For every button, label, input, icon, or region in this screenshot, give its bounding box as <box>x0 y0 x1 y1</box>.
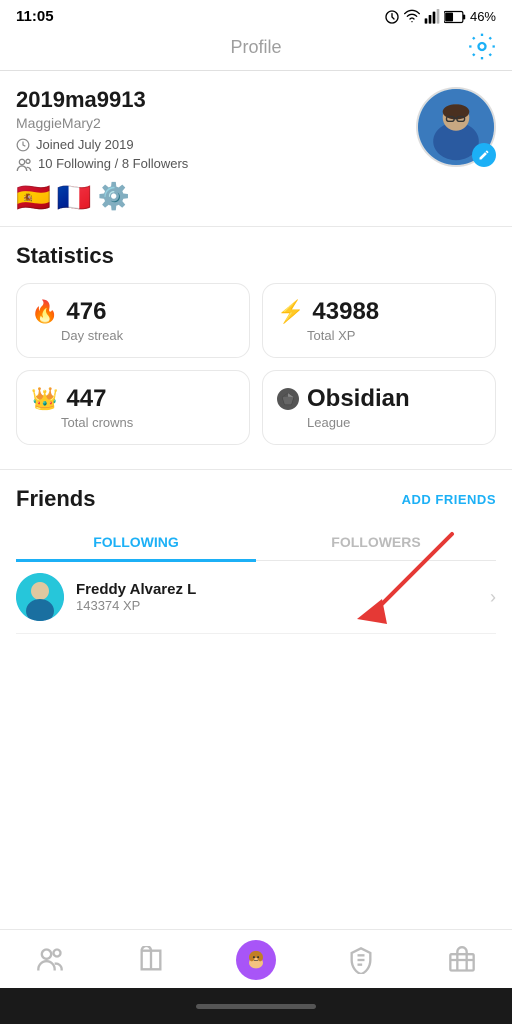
stats-grid: 🔥 476 Day streak ⚡ 43988 Total XP 👑 447 … <box>16 283 496 445</box>
book-icon <box>137 946 165 974</box>
nav-search-icon <box>34 944 66 976</box>
edit-icon <box>478 149 490 161</box>
home-bar-area <box>0 988 512 1024</box>
friend-avatar <box>16 573 64 621</box>
stat-top-crowns: 👑 447 <box>31 385 235 413</box>
profile-nav-avatar <box>242 946 270 974</box>
profile-flags: 🇪🇸 🇫🇷 ⚙️ <box>16 181 416 214</box>
nav-profile-active <box>236 940 276 980</box>
bottom-spacer <box>0 634 512 754</box>
tab-following[interactable]: FOLLOWING <box>16 524 256 560</box>
signal-icon <box>424 9 440 25</box>
avatar-container[interactable] <box>416 87 496 167</box>
lightning-icon: ⚡ <box>277 299 304 325</box>
friends-header: Friends ADD FRIENDS <box>16 486 496 512</box>
status-bar: 11:05 46% <box>0 0 512 29</box>
crown-icon: 👑 <box>31 386 58 412</box>
statistics-title: Statistics <box>16 243 496 269</box>
streak-value: 476 <box>66 298 106 326</box>
flag-gear[interactable]: ⚙️ <box>98 181 130 214</box>
add-friends-button[interactable]: ADD FRIENDS <box>402 492 496 507</box>
stat-card-xp: ⚡ 43988 Total XP <box>262 283 496 358</box>
nav-item-search[interactable] <box>34 944 66 976</box>
fire-icon: 🔥 <box>31 299 58 325</box>
people-nav-icon <box>36 946 64 974</box>
flag-french: 🇫🇷 <box>57 181 92 214</box>
nav-item-shop[interactable] <box>446 944 478 976</box>
streak-label: Day streak <box>61 328 235 343</box>
stat-card-league: Obsidian League <box>262 370 496 445</box>
nav-learn-icon <box>135 944 167 976</box>
battery-percent: 46% <box>470 9 496 24</box>
xp-value: 43988 <box>312 298 379 326</box>
bottom-nav <box>0 929 512 988</box>
stat-top-streak: 🔥 476 <box>31 298 235 326</box>
nav-item-profile[interactable] <box>236 940 276 980</box>
friends-title: Friends <box>16 486 95 512</box>
gear-svg <box>468 32 496 60</box>
home-indicator <box>196 1004 316 1009</box>
shop-icon <box>448 946 476 974</box>
xp-label: Total XP <box>307 328 481 343</box>
stat-card-crowns: 👑 447 Total crowns <box>16 370 250 445</box>
league-label: League <box>307 415 481 430</box>
stat-top-league: Obsidian <box>277 385 481 413</box>
stat-top-xp: ⚡ 43988 <box>277 298 481 326</box>
league-value: Obsidian <box>307 385 410 413</box>
wifi-icon <box>404 9 420 25</box>
status-time: 11:05 <box>16 8 54 25</box>
profile-following: 10 Following / 8 Followers <box>16 156 416 171</box>
flag-spanish: 🇪🇸 <box>16 181 51 214</box>
profile-info: 2019ma9913 MaggieMary2 Joined July 2019 … <box>16 87 416 214</box>
obsidian-icon <box>277 388 299 410</box>
settings-icon[interactable] <box>468 32 496 67</box>
battery-icon <box>444 10 466 24</box>
red-arrow-svg <box>292 524 492 644</box>
avatar-edit-button[interactable] <box>472 143 496 167</box>
nav-item-learn[interactable] <box>135 944 167 976</box>
people-icon <box>16 157 32 171</box>
nav-shop-icon <box>446 944 478 976</box>
status-icons: 46% <box>384 9 496 25</box>
crowns-label: Total crowns <box>61 415 235 430</box>
clock-icon <box>16 138 30 152</box>
crowns-value: 447 <box>66 385 106 413</box>
statistics-section: Statistics 🔥 476 Day streak ⚡ 43988 Tota… <box>0 227 512 453</box>
profile-handle: MaggieMary2 <box>16 115 416 131</box>
alarm-icon <box>384 9 400 25</box>
profile-username: 2019ma9913 <box>16 87 416 113</box>
page-title: Profile <box>230 37 281 58</box>
header: Profile <box>0 29 512 71</box>
profile-joined: Joined July 2019 <box>16 137 416 152</box>
stat-card-streak: 🔥 476 Day streak <box>16 283 250 358</box>
profile-section: 2019ma9913 MaggieMary2 Joined July 2019 … <box>0 71 512 226</box>
friend-avatar-svg <box>16 573 64 621</box>
nav-shield-icon <box>345 944 377 976</box>
shield-icon <box>347 946 375 974</box>
gem-icon <box>281 392 295 406</box>
nav-item-shield[interactable] <box>345 944 377 976</box>
